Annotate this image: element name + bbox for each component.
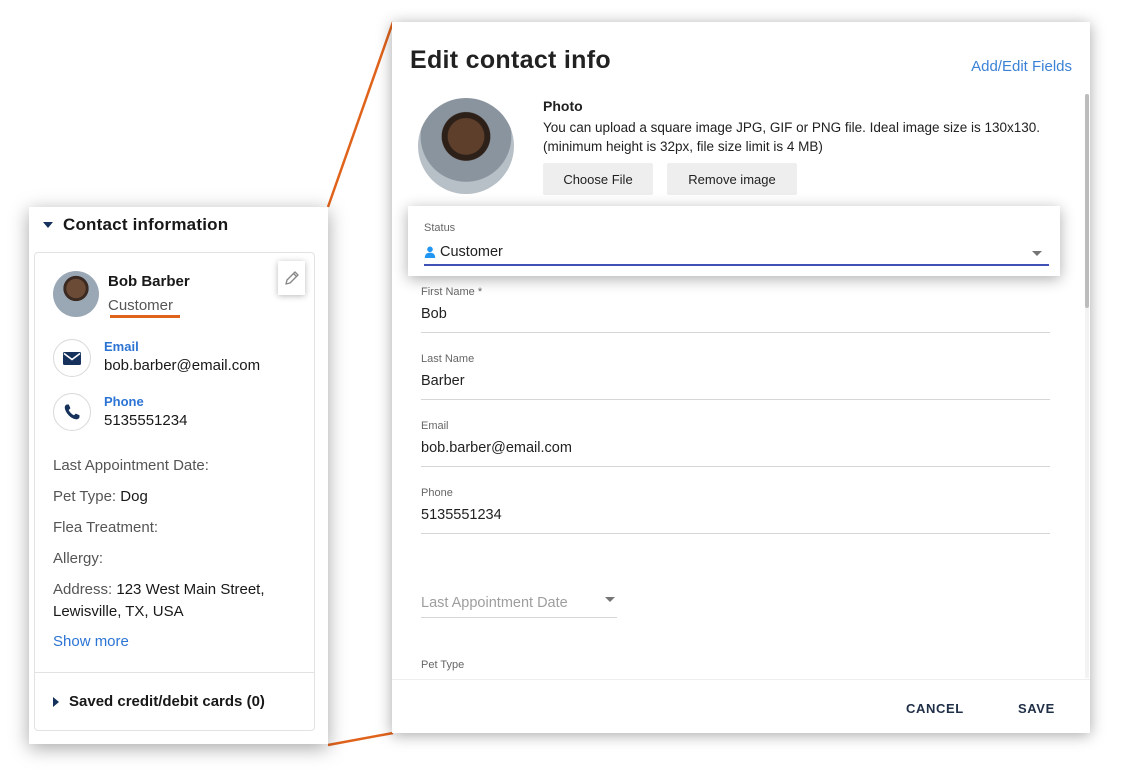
phone-field[interactable]: Phone 5135551234: [421, 487, 1050, 534]
chevron-right-icon: [53, 696, 59, 707]
dialog-title: Edit contact info: [410, 46, 611, 74]
avatar: [53, 271, 99, 317]
chevron-down-icon: [43, 222, 53, 228]
edit-contact-dialog: Edit contact info Add/Edit Fields Photo …: [392, 22, 1090, 733]
first-name-input[interactable]: Bob: [421, 306, 1050, 326]
email-field-label: Email: [421, 420, 449, 432]
first-name-field[interactable]: First Name * Bob: [421, 286, 1050, 333]
first-name-label: First Name *: [421, 286, 483, 298]
last-name-label: Last Name: [421, 353, 475, 365]
last-appointment-placeholder: Last Appointment Date: [421, 595, 568, 611]
field-flea-treatment: Flea Treatment:: [53, 519, 159, 536]
status-highlight-underline: [110, 315, 180, 318]
status-select[interactable]: Customer: [424, 244, 503, 260]
field-allergy: Allergy:: [53, 550, 104, 567]
footer-divider: [392, 679, 1090, 680]
dropdown-caret-icon: [605, 597, 615, 602]
phone-input[interactable]: 5135551234: [421, 507, 1050, 527]
contact-status: Customer: [108, 297, 174, 314]
email-icon: [53, 339, 91, 377]
saved-cards-label: Saved credit/debit cards (0): [69, 693, 265, 710]
show-more-link[interactable]: Show more: [53, 633, 129, 650]
contact-info-header[interactable]: Contact information: [43, 215, 228, 235]
email-field[interactable]: Email bob.barber@email.com: [421, 420, 1050, 467]
field-pet-type: Pet Type: Dog: [53, 488, 148, 505]
pet-type-label: Pet Type: [421, 659, 465, 671]
dropdown-caret-icon[interactable]: [1032, 251, 1042, 256]
field-last-appointment: Last Appointment Date:: [53, 457, 209, 474]
status-focus-underline: [424, 264, 1049, 266]
pencil-icon: [284, 271, 299, 285]
contact-info-panel: Contact information Bob Barber Customer …: [29, 207, 328, 744]
field-address: Address: 123 West Main Street, Lewisvill…: [53, 581, 265, 620]
scrollbar-thumb[interactable]: [1085, 94, 1089, 308]
status-label: Status: [424, 222, 456, 234]
last-appointment-date-select[interactable]: Last Appointment Date: [421, 595, 617, 618]
person-icon: [424, 246, 436, 258]
contact-name: Bob Barber: [108, 273, 190, 290]
saved-cards-toggle[interactable]: Saved credit/debit cards (0): [53, 693, 265, 710]
add-edit-fields-link[interactable]: Add/Edit Fields: [971, 58, 1072, 75]
email-link[interactable]: bob.barber@email.com: [104, 357, 260, 374]
phone-link[interactable]: 5135551234: [104, 412, 187, 429]
last-name-field[interactable]: Last Name Barber: [421, 353, 1050, 400]
choose-file-button[interactable]: Choose File: [543, 163, 653, 195]
last-name-input[interactable]: Barber: [421, 373, 1050, 393]
email-label: Email: [104, 339, 139, 354]
photo-description: You can upload a square image JPG, GIF o…: [543, 120, 1041, 154]
contact-photo: [418, 98, 514, 194]
save-button[interactable]: SAVE: [1018, 701, 1055, 716]
phone-icon: [53, 393, 91, 431]
remove-image-button[interactable]: Remove image: [667, 163, 797, 195]
phone-field-label: Phone: [421, 487, 453, 499]
edit-button[interactable]: [278, 261, 305, 295]
section-title: Contact information: [63, 215, 229, 234]
contact-card: Bob Barber Customer Email bob.barber@ema…: [34, 252, 315, 731]
phone-label: Phone: [104, 394, 144, 409]
cancel-button[interactable]: CANCEL: [906, 701, 964, 716]
status-value: Customer: [440, 244, 503, 260]
email-input[interactable]: bob.barber@email.com: [421, 440, 1050, 460]
divider: [35, 672, 314, 673]
photo-heading: Photo: [543, 98, 583, 114]
status-select-card: Status Customer: [408, 206, 1060, 276]
